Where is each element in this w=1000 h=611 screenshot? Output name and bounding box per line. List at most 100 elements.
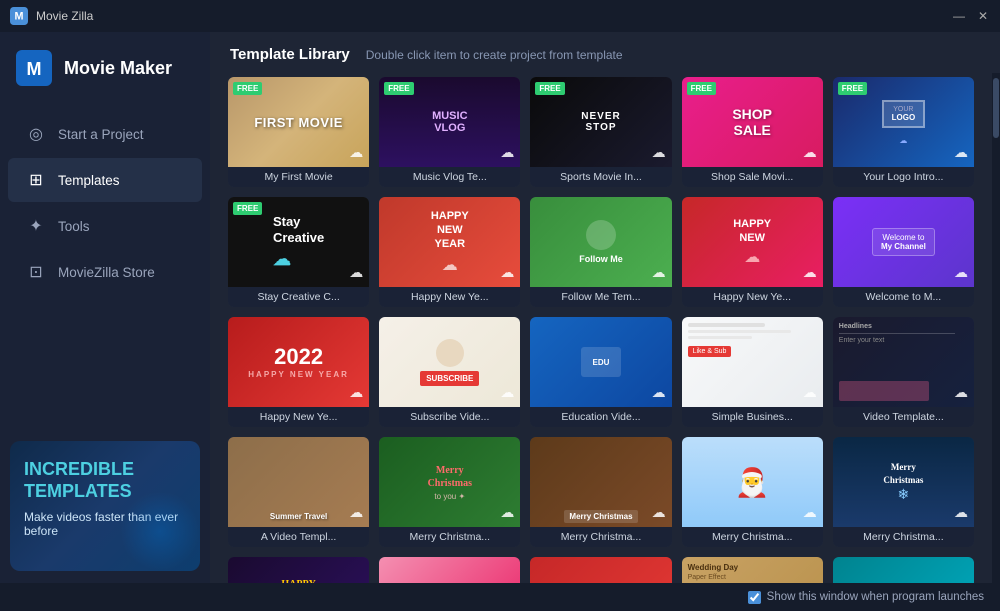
app-body: M Movie Maker ◎ Start a Project ⊞ Templa… (0, 32, 1000, 583)
start-project-icon: ◎ (26, 124, 46, 144)
download-icon: ☁ (500, 504, 514, 521)
template-thumbnail: NEVERSTOPFREE☁ (530, 77, 671, 167)
template-card[interactable]: FIRST MOVIE FREE☁My First Movie (228, 77, 369, 187)
template-thumbnail: StayCreative☁FREE☁ (228, 197, 369, 287)
logo-icon: M (16, 50, 52, 86)
template-thumbnail: HAPPYX'mas☁☁ (228, 557, 369, 583)
content-subtitle: Double click item to create project from… (366, 48, 623, 62)
template-label: Video Template... (833, 407, 974, 427)
template-label: Subscribe Vide... (379, 407, 520, 427)
template-thumbnail: Wedding DayPaper Effect☁ (682, 557, 823, 583)
template-label: Sports Movie In... (530, 167, 671, 187)
show-window-input[interactable] (748, 591, 761, 604)
template-thumbnail: Welcome toMy Channel☁ (833, 197, 974, 287)
show-window-checkbox[interactable]: Show this window when program launches (748, 591, 984, 604)
free-badge: FREE (687, 82, 716, 95)
template-label: Follow Me Tem... (530, 287, 671, 307)
close-button[interactable]: ✕ (976, 9, 990, 23)
template-label: Simple Busines... (682, 407, 823, 427)
template-card[interactable]: Merry Christmas☁Merry Christma... (530, 437, 671, 547)
template-card[interactable]: Welcome toMy Channel☁Welcome to M... (833, 197, 974, 307)
template-card[interactable]: 🎅☁Merry Christma... (682, 437, 823, 547)
download-icon: ☁ (500, 144, 514, 161)
sidebar-item-start-project[interactable]: ◎ Start a Project (8, 112, 202, 156)
template-thumbnail: ❤Heart Frame☁ (530, 557, 671, 583)
download-icon: ☁ (500, 264, 514, 281)
minimize-button[interactable]: — (952, 9, 966, 23)
logo-text: Movie Maker (64, 58, 172, 79)
download-icon: ☁ (349, 384, 363, 401)
template-card[interactable]: ❤Heart Frame☁A Heart Frame... (530, 557, 671, 583)
svg-text:M: M (27, 59, 42, 79)
tools-icon: ✦ (26, 216, 46, 236)
template-thumbnail: SUBSCRIBE☁ (379, 317, 520, 407)
template-card[interactable]: MerryChristmas❄☁Merry Christma... (833, 437, 974, 547)
template-card[interactable]: YOURLOGO☁FREE☁Your Logo Intro... (833, 77, 974, 187)
free-badge: FREE (233, 82, 262, 95)
template-card[interactable]: HAPPYNEWYEAR☁☁Happy New Ye... (379, 197, 520, 307)
template-card[interactable]: Follow Me☁Follow Me Tem... (530, 197, 671, 307)
template-card[interactable]: HeadlinesEnter your text☁Video Template.… (833, 317, 974, 427)
promo-title-line2: TEMPLATES (24, 481, 132, 501)
template-thumbnail: HAPPYNEWYEAR☁☁ (379, 197, 520, 287)
template-label: Stay Creative C... (228, 287, 369, 307)
template-card[interactable]: StayCreative☁FREE☁Stay Creative C... (228, 197, 369, 307)
template-card[interactable]: LOVE☁A Pink Templat... (379, 557, 520, 583)
template-card[interactable]: MUSICVLOGFREE☁Music Vlog Te... (379, 77, 520, 187)
download-icon: ☁ (803, 144, 817, 161)
scrollbar-thumb[interactable] (993, 78, 999, 138)
content-title: Template Library (230, 46, 350, 63)
template-card[interactable]: SUBSCRIBE☁Subscribe Vide... (379, 317, 520, 427)
free-badge: FREE (384, 82, 413, 95)
template-card[interactable]: HAPPYNEW☁☁Happy New Ye... (682, 197, 823, 307)
template-thumbnail: LOVE☁ (379, 557, 520, 583)
download-icon: ☁ (652, 144, 666, 161)
template-thumbnail: 2022HAPPY NEW YEAR☁ (228, 317, 369, 407)
template-card[interactable]: NEVERSTOPFREE☁Sports Movie In... (530, 77, 671, 187)
download-icon: ☁ (954, 264, 968, 281)
template-card[interactable]: HAPPYX'mas☁☁Happy X'mas T... (228, 557, 369, 583)
sidebar-nav: ◎ Start a Project ⊞ Templates ✦ Tools ⊡ … (0, 106, 210, 429)
template-thumbnail: MerryChristmasto you ✦☁ (379, 437, 520, 527)
sidebar: M Movie Maker ◎ Start a Project ⊞ Templa… (0, 32, 210, 583)
template-thumbnail: SHOPSALEFREE☁ (682, 77, 823, 167)
scrollbar[interactable] (992, 73, 1000, 583)
free-badge: FREE (233, 202, 262, 215)
template-thumbnail: MerryChristmas❄☁ (833, 437, 974, 527)
sidebar-item-templates[interactable]: ⊞ Templates (8, 158, 202, 202)
download-icon: ☁ (652, 384, 666, 401)
sidebar-logo: M Movie Maker (0, 32, 210, 106)
template-card[interactable]: TIME TOTRAVELFollow me☁Travel Templat... (833, 557, 974, 583)
template-card[interactable]: SHOPSALEFREE☁Shop Sale Movi... (682, 77, 823, 187)
template-card[interactable]: Wedding DayPaper Effect☁Kraft Paper Effe… (682, 557, 823, 583)
template-thumbnail: TIME TOTRAVELFollow me☁ (833, 557, 974, 583)
promo-title-line1: INCREDIBLE (24, 459, 134, 479)
promo-banner: INCREDIBLE TEMPLATES Make videos faster … (10, 441, 200, 571)
template-label: Music Vlog Te... (379, 167, 520, 187)
app-icon: M (10, 7, 28, 25)
template-card[interactable]: EDU☁Education Vide... (530, 317, 671, 427)
titlebar: M Movie Zilla — ✕ (0, 0, 1000, 32)
content-header: Template Library Double click item to cr… (210, 32, 1000, 73)
template-card[interactable]: Like & Sub☁Simple Busines... (682, 317, 823, 427)
download-icon: ☁ (803, 384, 817, 401)
sidebar-item-label: Tools (58, 219, 90, 234)
template-thumbnail: Like & Sub☁ (682, 317, 823, 407)
download-icon: ☁ (349, 264, 363, 281)
template-card[interactable]: Summer Travel☁A Video Templ... (228, 437, 369, 547)
show-window-label: Show this window when program launches (767, 591, 984, 603)
sidebar-item-label: Templates (58, 173, 120, 188)
template-thumbnail: 🎅☁ (682, 437, 823, 527)
template-label: Happy New Ye... (379, 287, 520, 307)
download-icon: ☁ (349, 504, 363, 521)
template-card[interactable]: MerryChristmasto you ✦☁Merry Christma... (379, 437, 520, 547)
template-thumbnail: Merry Christmas☁ (530, 437, 671, 527)
sidebar-item-label: MovieZilla Store (58, 265, 155, 280)
download-icon: ☁ (954, 504, 968, 521)
sidebar-item-store[interactable]: ⊡ MovieZilla Store (8, 250, 202, 294)
sidebar-item-tools[interactable]: ✦ Tools (8, 204, 202, 248)
template-card[interactable]: 2022HAPPY NEW YEAR☁Happy New Ye... (228, 317, 369, 427)
bottom-bar: Show this window when program launches (0, 583, 1000, 611)
template-thumbnail: Follow Me☁ (530, 197, 671, 287)
template-label: Welcome to M... (833, 287, 974, 307)
